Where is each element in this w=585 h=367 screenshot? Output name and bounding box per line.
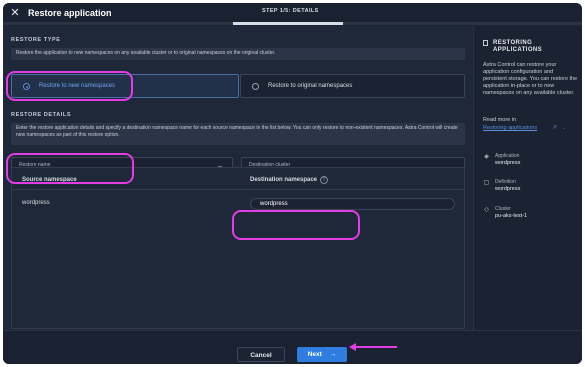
side-panel-text: Astra Control can restore your applicati…: [483, 62, 578, 96]
dialog-title: Restore application: [28, 8, 112, 18]
restore-details-description: Enter the restore application details an…: [11, 123, 465, 145]
side-panel-title-line2: APPLICATIONS: [493, 47, 543, 53]
cluster-label: Cluster: [495, 206, 511, 212]
annotation-highlight-destination-namespace: [232, 210, 360, 240]
namespace-mapping-table: Source namespace Destination namespace ?…: [11, 167, 465, 329]
restoring-applications-link[interactable]: Restoring applications: [483, 125, 537, 131]
column-header-destination: Destination namespace: [250, 177, 318, 183]
dialog-footer: Cancel Next →: [3, 330, 582, 364]
radio-unselected-icon: [252, 83, 259, 90]
option-restore-original-namespaces[interactable]: Restore to original namespaces: [240, 74, 465, 98]
close-icon[interactable]: ✕: [9, 7, 21, 19]
cancel-button[interactable]: Cancel: [237, 347, 285, 362]
next-button-label: Next: [307, 351, 322, 358]
application-value: wordpress: [495, 160, 521, 166]
link-trailing-dot: .: [563, 125, 565, 131]
arrow-right-icon: →: [329, 351, 337, 358]
header-divider: [12, 189, 464, 190]
source-namespace-cell: wordpress: [22, 200, 50, 206]
destination-namespace-value[interactable]: wordpress: [260, 201, 288, 207]
step-progress-fill: [233, 22, 343, 25]
cluster-value: pu-aks-test-1: [495, 213, 528, 219]
application-label: Application: [495, 153, 520, 159]
cluster-icon: ◇: [484, 207, 489, 213]
definition-value: wordpress: [495, 186, 521, 192]
external-link-icon[interactable]: ↗: [552, 124, 557, 131]
help-side-panel: RESTORING APPLICATIONS Astra Control can…: [473, 26, 582, 330]
definition-icon: ▢: [483, 180, 490, 186]
next-button[interactable]: Next →: [297, 347, 347, 362]
restore-details-heading: RESTORE DETAILS: [11, 112, 72, 118]
restore-type-description: Restore the application to new namespace…: [11, 48, 465, 60]
step-indicator: STEP 1/5: DETAILS: [262, 8, 319, 14]
option-label: Restore to original namespaces: [268, 83, 353, 89]
document-icon: [483, 40, 488, 46]
application-icon: ◈: [484, 154, 489, 160]
destination-namespace-input[interactable]: wordpress: [250, 198, 455, 210]
restore-type-heading: RESTORE TYPE: [11, 37, 61, 43]
definition-label: Definition: [495, 179, 516, 185]
annotation-highlight-restore-name: [6, 153, 134, 184]
read-more-text: Read more in: [483, 117, 517, 123]
side-panel-title-line1: RESTORING: [493, 40, 533, 46]
annotation-arrow-icon: [349, 343, 397, 351]
annotation-highlight-restore-option: [6, 71, 133, 101]
side-panel-title: RESTORING APPLICATIONS: [493, 40, 542, 54]
help-icon[interactable]: ?: [320, 176, 328, 184]
restore-application-dialog: ✕ Restore application STEP 1/5: DETAILS …: [3, 3, 582, 364]
